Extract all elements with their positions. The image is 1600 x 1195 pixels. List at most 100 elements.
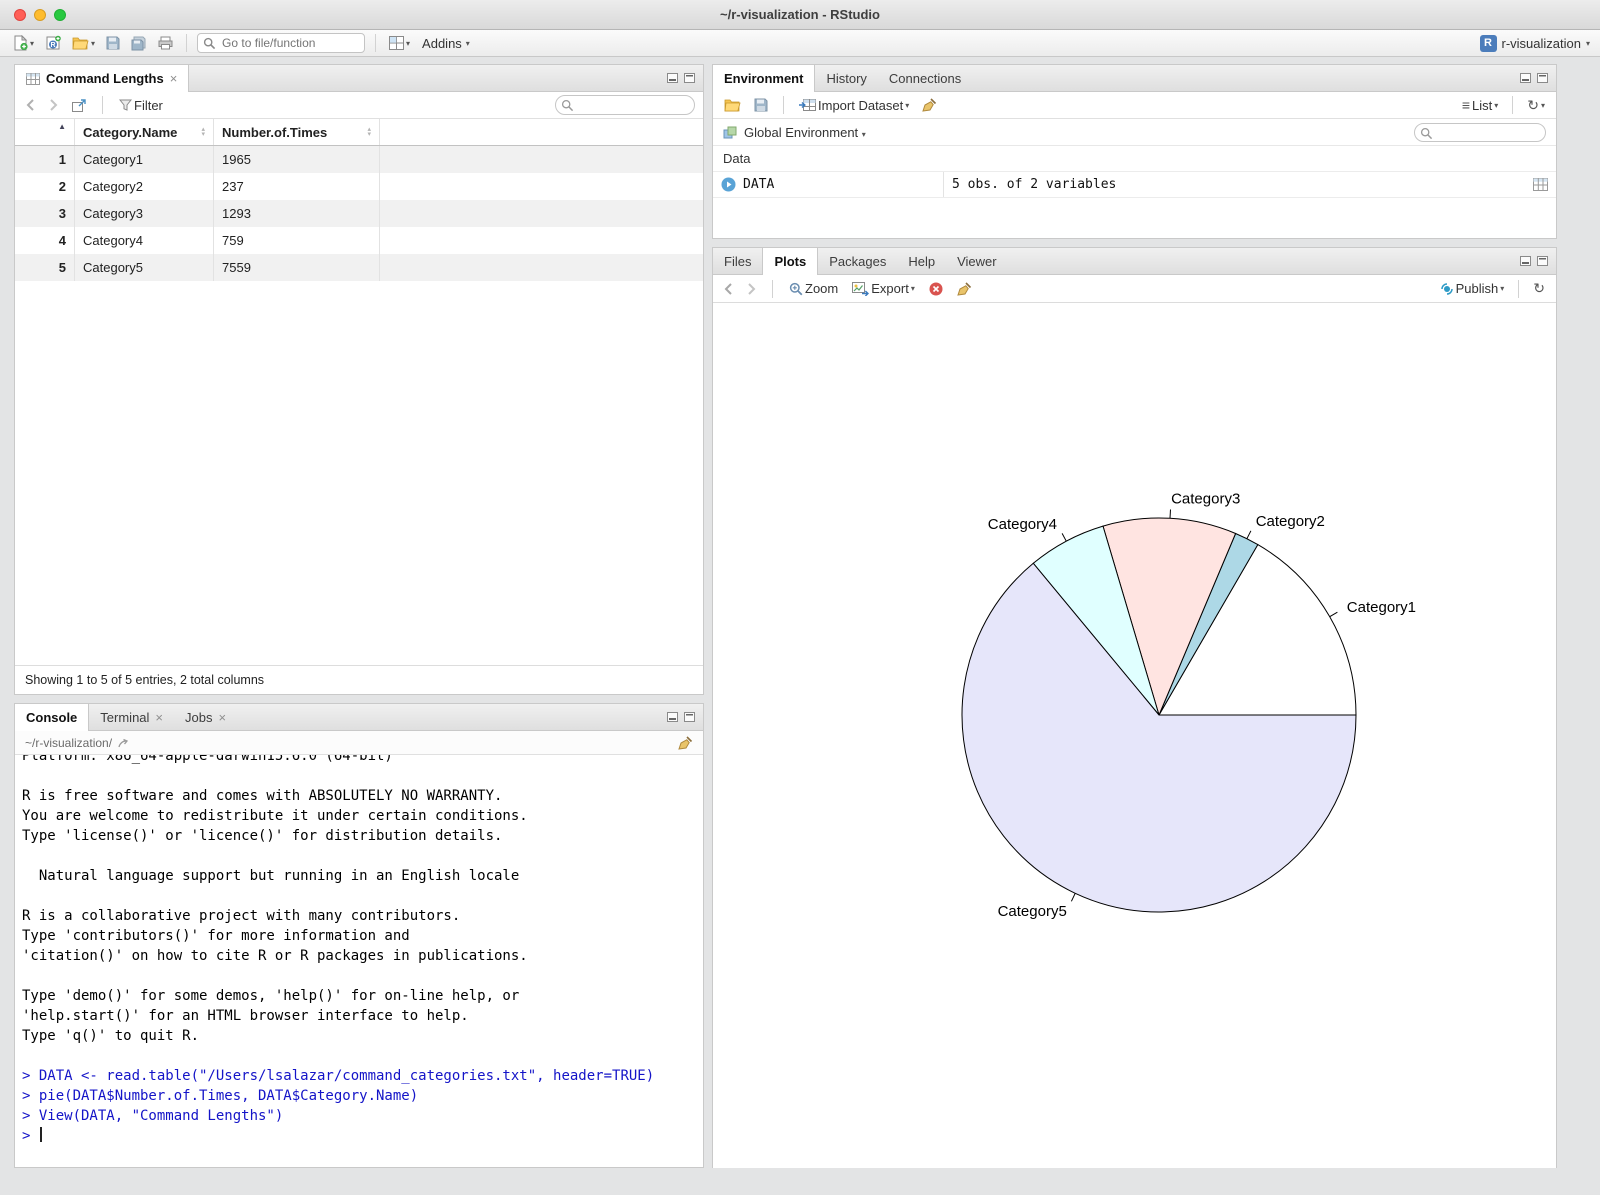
maximize-pane-icon[interactable]: [684, 73, 695, 83]
goto-file-input[interactable]: [197, 33, 366, 53]
goto-file-search: [197, 33, 366, 53]
scope-label: Global Environment: [744, 124, 859, 140]
tab-terminal[interactable]: Terminal ×: [89, 704, 174, 730]
clear-console-button[interactable]: [678, 735, 693, 750]
tab-files[interactable]: Files: [713, 248, 762, 274]
go-to-directory-icon[interactable]: [118, 738, 130, 748]
maximize-pane-icon[interactable]: [684, 712, 695, 722]
tab-packages[interactable]: Packages: [818, 248, 897, 274]
clear-environment-button[interactable]: [919, 96, 940, 114]
pie-label-category2: Category2: [1256, 513, 1325, 530]
filter-label: Filter: [134, 97, 163, 113]
remove-plot-button[interactable]: [926, 280, 946, 298]
table-row[interactable]: 5 Category5 7559: [15, 254, 703, 281]
chevron-down-icon: ▾: [30, 38, 35, 48]
column-header-number-of-times[interactable]: Number.of.Times ▴ ▾: [214, 119, 380, 145]
addins-menu[interactable]: Addins ▾: [418, 34, 474, 53]
tab-command-lengths[interactable]: Command Lengths ×: [15, 65, 190, 92]
project-selector[interactable]: R r-visualization ▾: [1479, 34, 1590, 52]
search-icon: [1420, 127, 1433, 139]
back-button[interactable]: [23, 97, 38, 113]
chevron-down-icon: ▾: [465, 38, 470, 48]
console-output[interactable]: Platform: x86_64-apple-darwin15.6.0 (64-…: [15, 755, 703, 1167]
new-project-button[interactable]: R: [42, 33, 64, 53]
tab-label: Command Lengths: [46, 71, 164, 86]
table-row[interactable]: 2 Category2 237: [15, 173, 703, 200]
tab-viewer[interactable]: Viewer: [946, 248, 1008, 274]
publish-button[interactable]: Publish ▾: [1437, 279, 1508, 298]
table-search-input[interactable]: [555, 95, 695, 115]
refresh-plot-button[interactable]: ↻: [1530, 278, 1548, 299]
tab-history[interactable]: History: [815, 65, 877, 91]
environment-object-row[interactable]: DATA 5 obs. of 2 variables: [713, 171, 1556, 198]
next-plot-button[interactable]: [744, 281, 759, 297]
pie-label-category3: Category3: [1171, 491, 1240, 508]
minimize-pane-icon[interactable]: [667, 73, 678, 83]
list-view-button[interactable]: ≡ List ▾: [1459, 95, 1501, 115]
workspace-panes-button[interactable]: ▾: [386, 34, 413, 52]
tab-jobs[interactable]: Jobs ×: [174, 704, 237, 730]
column-header-category-name[interactable]: Category.Name ▴ ▾: [75, 119, 214, 145]
forward-arrow-icon: [748, 282, 756, 295]
console-command-line: > DATA <- read.table("/Users/lsalazar/co…: [22, 1068, 655, 1084]
tab-help[interactable]: Help: [897, 248, 946, 274]
clear-all-plots-button[interactable]: [954, 280, 975, 298]
filter-button[interactable]: Filter: [116, 96, 166, 115]
zoom-label: Zoom: [805, 281, 839, 296]
tab-console[interactable]: Console: [15, 704, 90, 731]
environment-pane: Environment History Connections Import D…: [712, 64, 1557, 239]
close-button[interactable]: [14, 8, 26, 21]
save-workspace-button[interactable]: [751, 96, 771, 114]
import-dataset-button[interactable]: Import Dataset ▾: [796, 96, 912, 115]
minimize-button[interactable]: [34, 8, 46, 21]
minimize-pane-icon[interactable]: [1520, 256, 1531, 266]
plot-canvas: Category1 Category2 Category3 Category4 Cate…: [713, 303, 1556, 1168]
open-file-button[interactable]: ▾: [69, 34, 98, 52]
print-button[interactable]: [155, 34, 176, 52]
environment-search-input[interactable]: [1414, 122, 1546, 142]
zoom-plot-button[interactable]: Zoom: [786, 279, 841, 298]
tab-plots[interactable]: Plots: [762, 248, 819, 275]
export-icon: [852, 281, 870, 296]
show-in-new-window-button[interactable]: [69, 97, 89, 114]
save-all-button[interactable]: [128, 34, 150, 53]
export-plot-button[interactable]: Export ▾: [849, 279, 918, 298]
table-row[interactable]: 3 Category3 1293: [15, 200, 703, 227]
new-project-icon: R: [46, 35, 61, 50]
close-tab-icon[interactable]: ×: [155, 710, 163, 725]
cell-number-of-times: 7559: [214, 254, 380, 281]
tab-connections[interactable]: Connections: [878, 65, 972, 91]
filter-icon: [119, 99, 132, 111]
console-cursor[interactable]: [39, 1127, 42, 1142]
row-number-header[interactable]: ▲: [15, 119, 75, 145]
new-file-button[interactable]: ▾: [10, 33, 37, 53]
zoom-button[interactable]: [54, 8, 66, 21]
refresh-environment-button[interactable]: ↻ ▾: [1524, 95, 1548, 116]
open-folder-icon: [724, 99, 741, 112]
traffic-lights: [0, 8, 66, 21]
previous-plot-button[interactable]: [721, 281, 736, 297]
forward-button[interactable]: [46, 97, 61, 113]
table-row[interactable]: 4 Category4 759: [15, 227, 703, 254]
remove-plot-icon: [929, 282, 943, 295]
working-directory[interactable]: ~/r-visualization/: [25, 736, 112, 750]
toolbar-separator: [102, 96, 103, 114]
maximize-pane-icon[interactable]: [1537, 73, 1548, 83]
save-button[interactable]: [103, 34, 123, 52]
save-icon: [754, 98, 768, 112]
minimize-pane-icon[interactable]: [667, 712, 678, 722]
table-row[interactable]: 1 Category1 1965: [15, 146, 703, 173]
pie-label-category4: Category4: [988, 516, 1057, 533]
maximize-pane-icon[interactable]: [1537, 256, 1548, 266]
scope-selector[interactable]: Global Environment ▾: [744, 125, 866, 140]
close-tab-icon[interactable]: ×: [170, 71, 178, 86]
load-workspace-button[interactable]: [721, 96, 744, 114]
expand-object-icon[interactable]: [721, 177, 736, 192]
close-tab-icon[interactable]: ×: [218, 710, 226, 725]
view-object-button[interactable]: [1533, 178, 1548, 191]
chevron-down-icon: ▾: [861, 129, 866, 139]
minimize-pane-icon[interactable]: [1520, 73, 1531, 83]
row-number: 2: [15, 173, 75, 200]
save-all-icon: [131, 36, 146, 50]
tab-environment[interactable]: Environment: [713, 65, 816, 92]
